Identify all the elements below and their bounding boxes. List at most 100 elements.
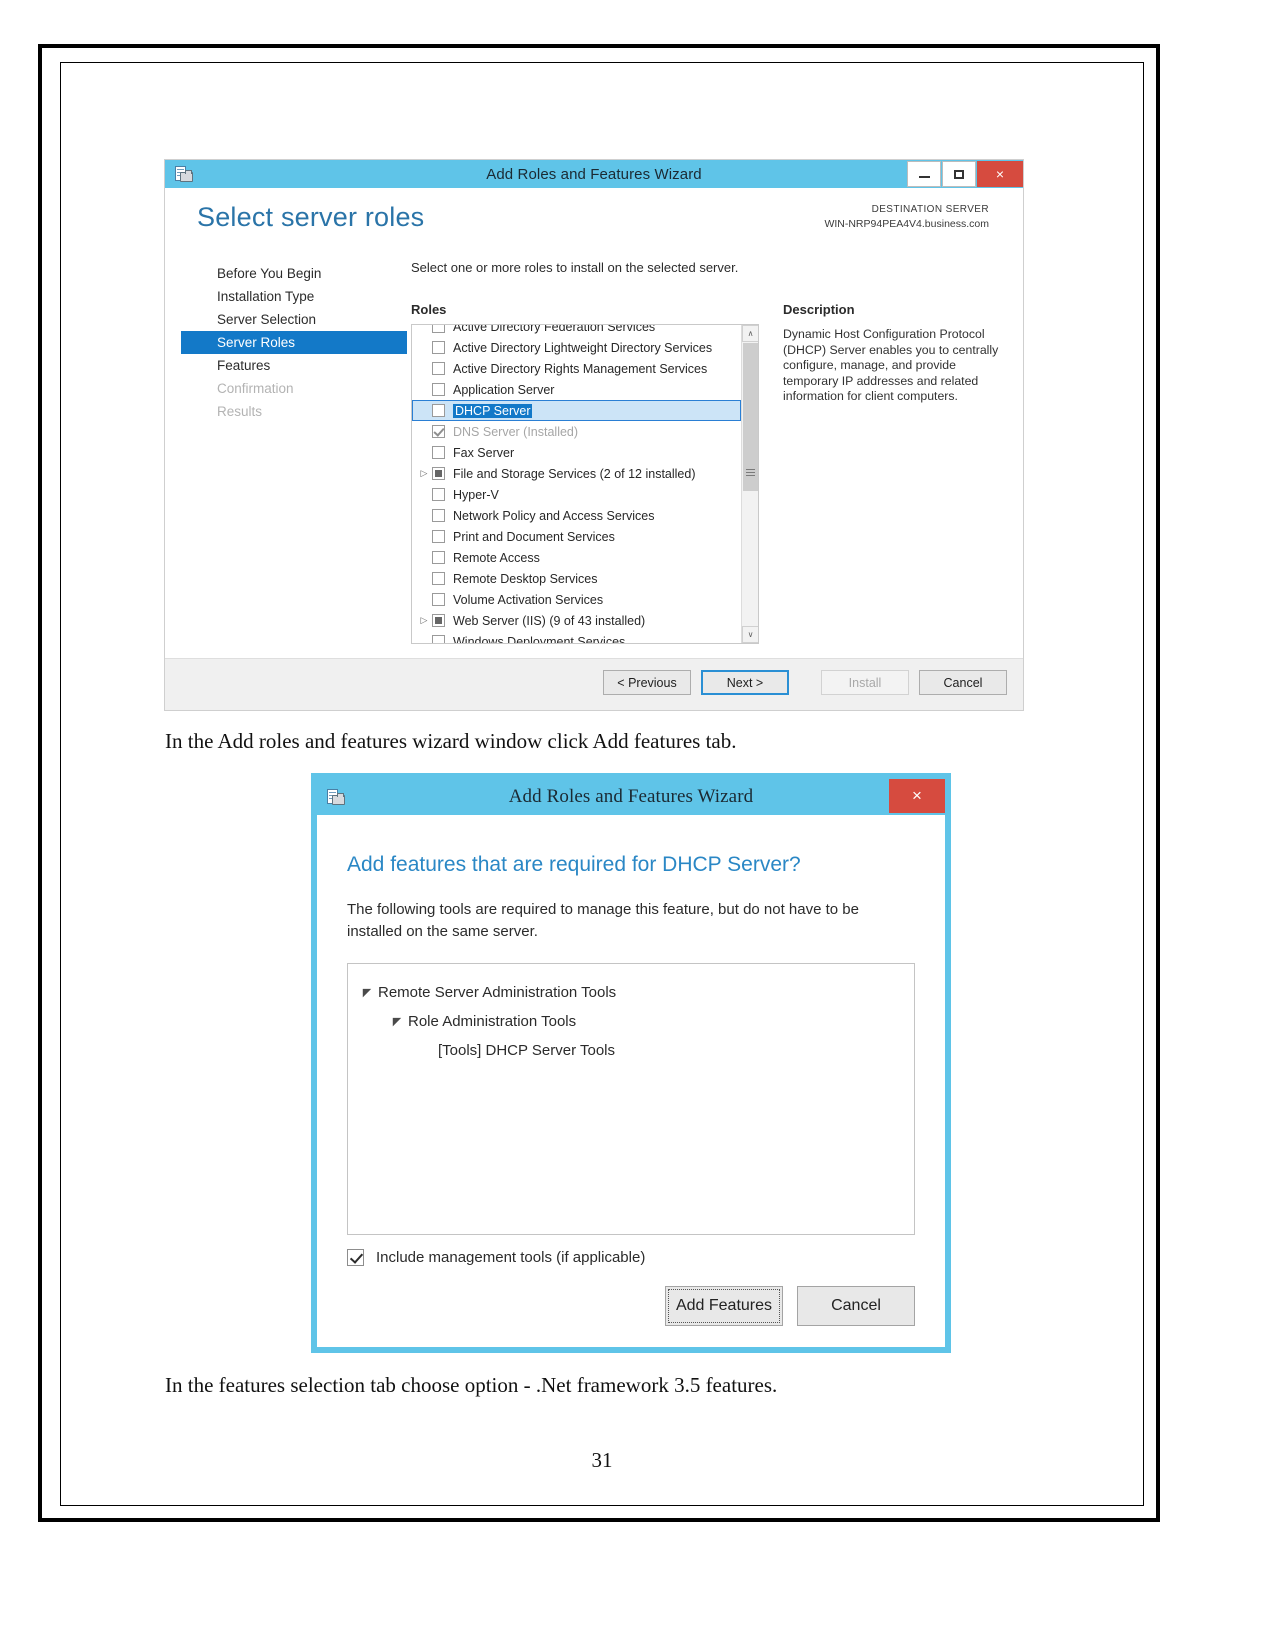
role-list-item[interactable]: DHCP Server: [412, 400, 741, 421]
document-page-inner-border: Add Roles and Features Wizard × Select s…: [60, 62, 1144, 1506]
roles-prompt-text: Select one or more roles to install on t…: [411, 260, 739, 275]
sidebar-item-server-selection[interactable]: Server Selection: [181, 308, 407, 331]
page-title: Select server roles: [197, 202, 425, 232]
include-management-tools-label: Include management tools (if applicable): [376, 1249, 646, 1266]
tree-item-label: [Tools] DHCP Server Tools: [438, 1042, 616, 1059]
collapse-triangle-icon[interactable]: ◤: [386, 1015, 408, 1028]
role-checkbox[interactable]: [432, 341, 445, 354]
dialog-cancel-button[interactable]: Cancel: [797, 1286, 915, 1326]
destination-server: DESTINATION SERVER WIN-NRP94PEA4V4.busin…: [824, 204, 989, 230]
role-list-item[interactable]: DNS Server (Installed): [412, 421, 741, 442]
role-checkbox[interactable]: [432, 509, 445, 522]
scrollbar-thumb[interactable]: [743, 343, 758, 491]
role-item-label: Active Directory Lightweight Directory S…: [453, 340, 713, 355]
destination-server-value: WIN-NRP94PEA4V4.business.com: [824, 218, 989, 230]
roles-selection-area: Select one or more roles to install on t…: [411, 260, 1023, 652]
role-item-label: Application Server: [453, 382, 555, 397]
role-list-item[interactable]: Fax Server: [412, 442, 741, 463]
required-features-tree[interactable]: ◤ Remote Server Administration Tools ◤ R…: [347, 963, 915, 1235]
include-management-tools-row[interactable]: Include management tools (if applicable): [347, 1249, 915, 1266]
wizard-button-row: < Previous Next > Install Cancel: [603, 670, 1007, 695]
expand-triangle-icon[interactable]: ▷: [416, 610, 432, 631]
description-text: Dynamic Host Configuration Protocol (DHC…: [783, 327, 999, 403]
roles-column-header: Roles: [411, 302, 447, 317]
role-item-label: Active Directory Rights Management Servi…: [453, 361, 708, 376]
scroll-down-icon[interactable]: ∨: [742, 626, 758, 643]
add-roles-wizard-window: Add Roles and Features Wizard × Select s…: [164, 159, 1024, 711]
dialog-title: Add Roles and Features Wizard: [508, 786, 754, 807]
role-checkbox[interactable]: [432, 325, 445, 333]
previous-button[interactable]: < Previous: [603, 670, 691, 695]
role-checkbox[interactable]: [432, 425, 445, 438]
role-list-item[interactable]: Network Policy and Access Services: [412, 505, 741, 526]
wizard-header: Select server roles DESTINATION SERVER W…: [165, 188, 1023, 250]
description-column: Description Dynamic Host Configuration P…: [783, 302, 1018, 405]
dialog-titlebar: Add Roles and Features Wizard ×: [317, 779, 945, 815]
role-list-item[interactable]: Print and Document Services: [412, 526, 741, 547]
role-checkbox[interactable]: [432, 446, 445, 459]
maximize-icon[interactable]: [942, 161, 976, 187]
document-page-content: Add Roles and Features Wizard × Select s…: [61, 63, 1143, 1505]
role-list-item[interactable]: Application Server: [412, 379, 741, 400]
role-checkbox[interactable]: [432, 383, 445, 396]
sidebar-item-features[interactable]: Features: [181, 354, 407, 377]
install-button: Install: [821, 670, 909, 695]
role-list-item[interactable]: Volume Activation Services: [412, 589, 741, 610]
tree-item-role-administration-tools[interactable]: ◤ Role Administration Tools: [348, 1007, 914, 1036]
role-list-item[interactable]: Remote Desktop Services: [412, 568, 741, 589]
role-item-label: Active Directory Federation Services: [453, 324, 656, 334]
cancel-button[interactable]: Cancel: [919, 670, 1007, 695]
role-item-label: Fax Server: [453, 445, 515, 460]
sidebar-item-installation-type[interactable]: Installation Type: [181, 285, 407, 308]
role-checkbox[interactable]: [432, 614, 445, 627]
collapse-triangle-icon[interactable]: ◤: [356, 986, 378, 999]
close-icon[interactable]: ×: [977, 161, 1023, 187]
dialog-description: The following tools are required to mana…: [347, 901, 859, 940]
expand-triangle-icon[interactable]: ▷: [416, 463, 432, 484]
role-checkbox[interactable]: [432, 362, 445, 375]
role-list-item[interactable]: Active Directory Federation Services: [412, 324, 741, 337]
role-list-item[interactable]: Remote Access: [412, 547, 741, 568]
role-list-item[interactable]: Active Directory Lightweight Directory S…: [412, 337, 741, 358]
next-button[interactable]: Next >: [701, 670, 789, 695]
document-page-border: Add Roles and Features Wizard × Select s…: [38, 44, 1160, 1522]
roles-scrollbar[interactable]: ∧ ∨: [741, 325, 758, 643]
role-checkbox[interactable]: [432, 635, 445, 643]
role-checkbox[interactable]: [432, 572, 445, 585]
tree-item-remote-server-administration-tools[interactable]: ◤ Remote Server Administration Tools: [348, 978, 914, 1007]
wizard-body: Select server roles DESTINATION SERVER W…: [165, 188, 1023, 710]
dialog-app-icon: [327, 788, 345, 806]
wizard-app-icon: [175, 165, 193, 183]
sidebar-item-server-roles[interactable]: Server Roles: [181, 331, 407, 354]
wizard-footer: < Previous Next > Install Cancel: [165, 658, 1023, 710]
close-icon[interactable]: ×: [889, 779, 945, 813]
window-title: Add Roles and Features Wizard: [486, 165, 702, 183]
role-item-label: Remote Desktop Services: [453, 571, 598, 586]
minimize-icon[interactable]: [907, 161, 941, 187]
tree-item-dhcp-server-tools[interactable]: [Tools] DHCP Server Tools: [348, 1036, 914, 1065]
role-item-label: Print and Document Services: [453, 529, 615, 544]
include-management-tools-checkbox[interactable]: [347, 1249, 364, 1266]
sidebar-item-before-you-begin[interactable]: Before You Begin: [181, 262, 407, 285]
role-list-item[interactable]: Hyper-V: [412, 484, 741, 505]
role-checkbox[interactable]: [432, 467, 445, 480]
dialog-body: Add features that are required for DHCP …: [317, 815, 945, 1347]
add-features-button[interactable]: Add Features: [665, 1286, 783, 1326]
tree-item-label: Role Administration Tools: [408, 1013, 577, 1030]
tree-item-label: Remote Server Administration Tools: [378, 984, 617, 1001]
role-list-item[interactable]: ▷ File and Storage Services (2 of 12 inst…: [412, 463, 741, 484]
role-checkbox[interactable]: [432, 488, 445, 501]
page-number: 31: [591, 1448, 613, 1472]
roles-listbox[interactable]: Active Directory Federation Services Acti…: [411, 324, 759, 644]
role-list-item[interactable]: Active Directory Rights Management Servi…: [412, 358, 741, 379]
scroll-up-icon[interactable]: ∧: [742, 325, 758, 342]
role-checkbox[interactable]: [432, 530, 445, 543]
role-checkbox[interactable]: [432, 404, 445, 417]
role-checkbox[interactable]: [432, 551, 445, 564]
role-list-item[interactable]: ▷ Web Server (IIS) (9 of 43 installed): [412, 610, 741, 631]
description-header: Description: [783, 302, 855, 317]
role-list-item[interactable]: Windows Deployment Services: [412, 631, 741, 643]
wizard-step-nav: Before You Begin Installation Type Serve…: [181, 262, 407, 423]
role-item-label: DNS Server (Installed): [453, 424, 579, 439]
role-checkbox[interactable]: [432, 593, 445, 606]
